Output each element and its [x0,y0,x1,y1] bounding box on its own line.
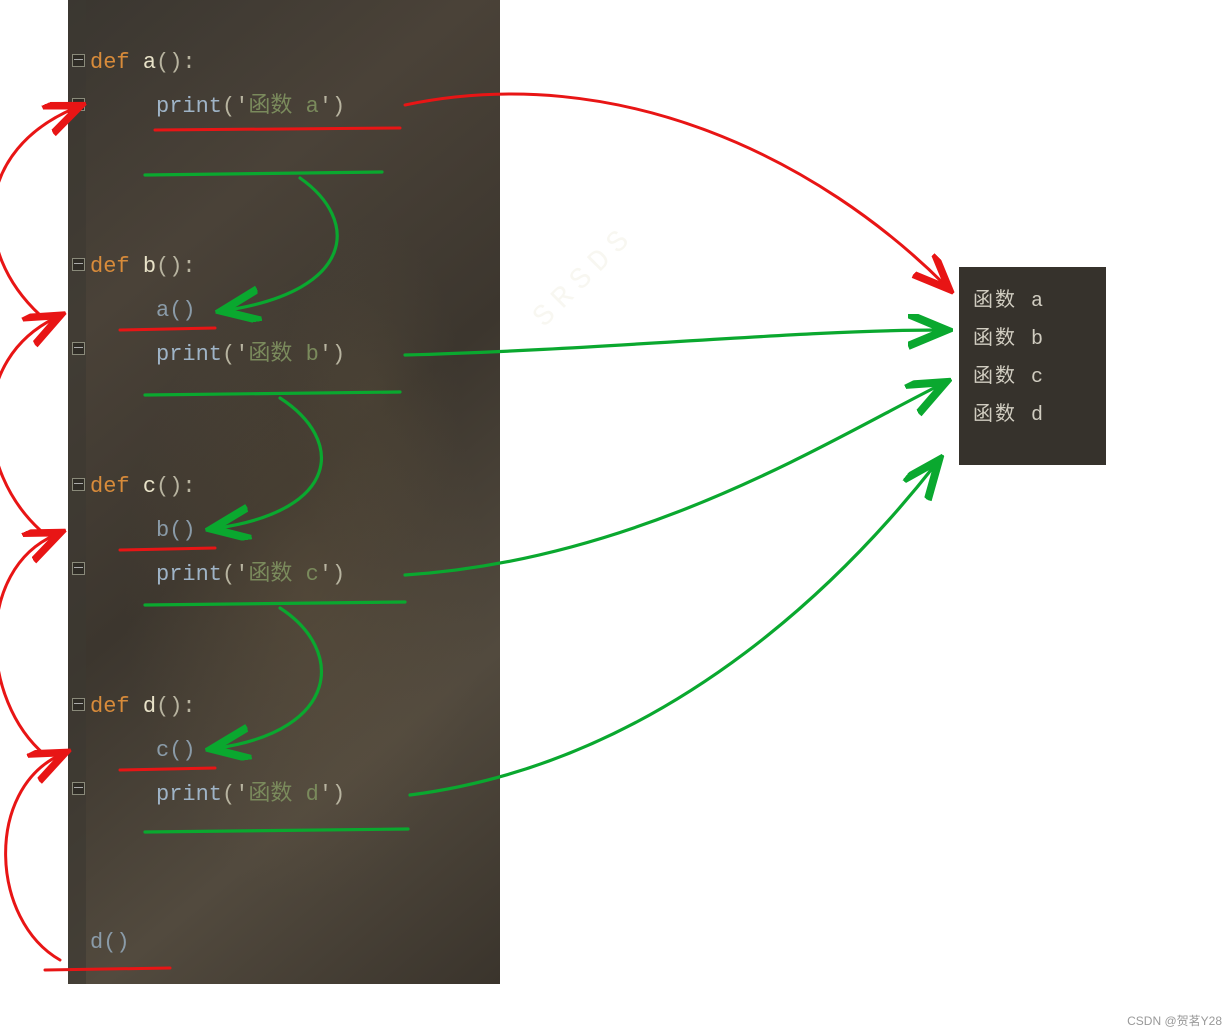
fold-marker [72,698,85,711]
fold-marker [72,782,85,795]
entry-call: d() [90,930,130,956]
def-c: def c(): [90,474,196,500]
def-a: def a(): [90,50,196,76]
output-panel: 函数 a 函数 b 函数 c 函数 d [959,267,1106,465]
fold-marker [72,478,85,491]
watermark-diagonal: SRSDS [527,219,643,335]
gutter [68,0,86,984]
fold-marker [72,342,85,355]
print-b: print('函数 b') [156,342,345,368]
fold-marker [72,562,85,575]
output-line: 函数 a [959,279,1106,317]
print-d: print('函数 d') [156,782,345,808]
output-line: 函数 c [959,355,1106,393]
call-b: b() [156,518,196,544]
footer-watermark: CSDN @贺茗Y28 [1127,1012,1222,1029]
fold-marker [72,258,85,271]
print-a: print('函数 a') [156,94,345,120]
def-b: def b(): [90,254,196,280]
code-editor: def a(): print('函数 a') def b(): a() prin… [68,0,500,984]
call-c: c() [156,738,196,764]
output-line: 函数 b [959,317,1106,355]
fold-marker [72,54,85,67]
print-c: print('函数 c') [156,562,345,588]
call-a: a() [156,298,196,324]
diagram-canvas: def a(): print('函数 a') def b(): a() prin… [0,0,1228,1033]
def-d: def d(): [90,694,196,720]
fold-marker [72,98,85,111]
output-line: 函数 d [959,393,1106,431]
